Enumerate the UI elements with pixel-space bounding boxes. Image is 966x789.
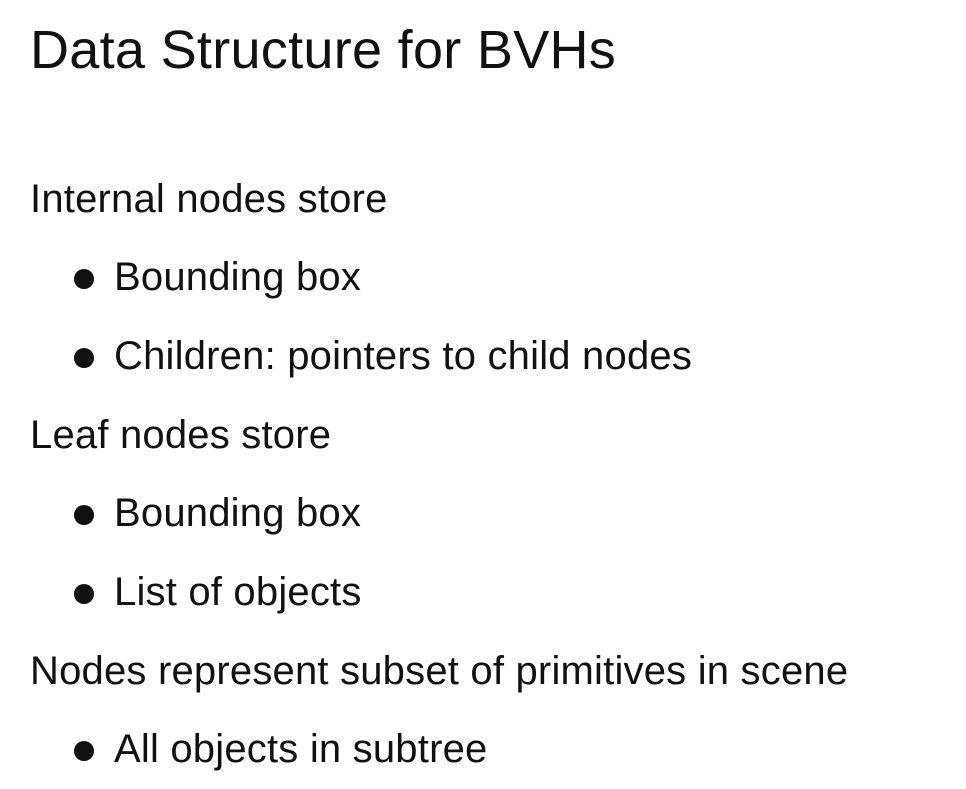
bullet-icon xyxy=(74,741,94,761)
bullet-item: List of objects xyxy=(30,553,960,632)
slide: Data Structure for BVHs Internal nodes s… xyxy=(0,0,966,777)
bullet-item: Bounding box xyxy=(30,238,960,317)
section-heading: Nodes represent subset of primitives in … xyxy=(30,649,849,693)
bullet-icon xyxy=(74,269,94,289)
bullet-text: List of objects xyxy=(114,570,362,614)
bullet-text: Bounding box xyxy=(114,255,362,299)
slide-title: Data Structure for BVHs xyxy=(30,20,617,80)
slide-content: Internal nodes store Bounding box Childr… xyxy=(30,160,960,789)
bullet-text: Bounding box xyxy=(114,491,362,535)
bullet-item: Children: pointers to child nodes xyxy=(30,317,960,396)
section-heading: Internal nodes store xyxy=(30,177,388,221)
bullet-list: Bounding box List of objects xyxy=(30,474,960,632)
bullet-item: All objects in subtree xyxy=(30,710,960,789)
bullet-list: Bounding box Children: pointers to child… xyxy=(30,238,960,396)
section-internal-nodes: Internal nodes store Bounding box Childr… xyxy=(30,160,960,396)
bullet-icon xyxy=(74,505,94,525)
bullet-icon xyxy=(74,348,94,368)
bullet-text: Children: pointers to child nodes xyxy=(114,334,693,378)
section-leaf-nodes: Leaf nodes store Bounding box List of ob… xyxy=(30,396,960,632)
bullet-item: Bounding box xyxy=(30,474,960,553)
section-heading: Leaf nodes store xyxy=(30,413,332,457)
section-nodes-represent: Nodes represent subset of primitives in … xyxy=(30,632,960,789)
bullet-list: All objects in subtree xyxy=(30,710,960,789)
bullet-text: All objects in subtree xyxy=(114,727,488,771)
bullet-icon xyxy=(74,584,94,604)
